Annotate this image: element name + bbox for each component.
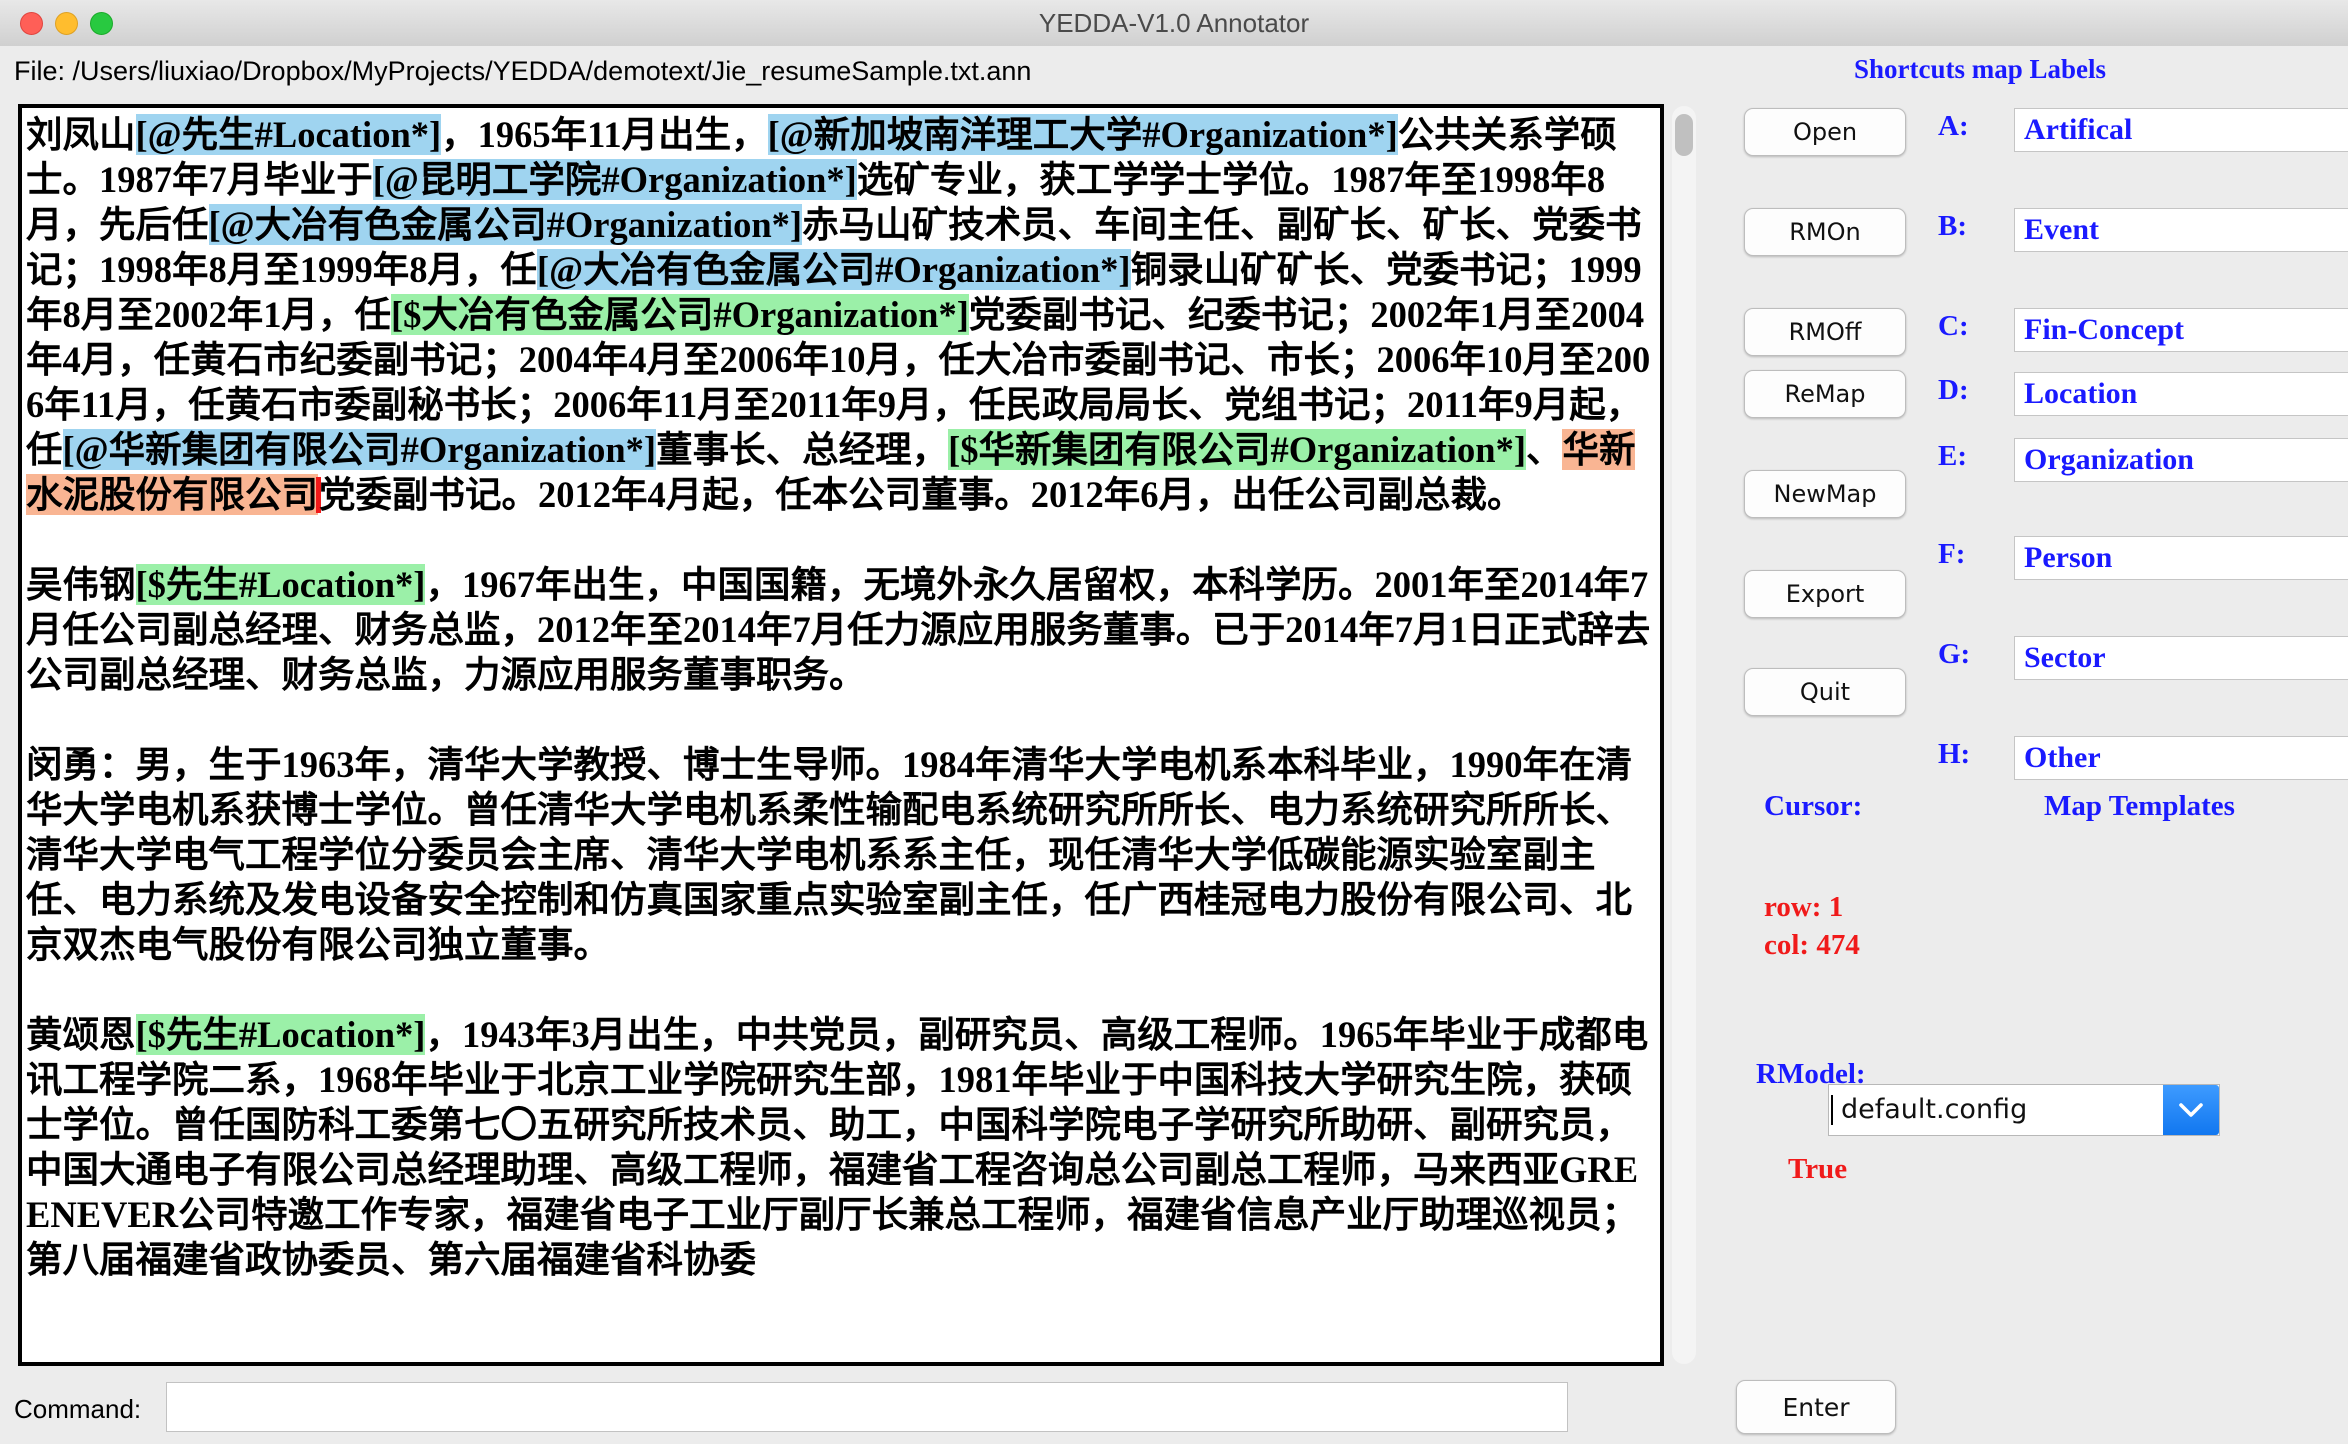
label-field-d[interactable]: Location	[2014, 372, 2348, 416]
rmon-button[interactable]: RMOn	[1744, 208, 1906, 256]
label-field-e[interactable]: Organization	[2014, 438, 2348, 482]
annotated-entity-blue[interactable]: [@昆明工学院#Organization*]	[373, 159, 857, 200]
file-path-bar: File: /Users/liuxiao/Dropbox/MyProjects/…	[0, 46, 2348, 98]
shortcut-key-f: F:	[1938, 538, 1984, 571]
annotated-entity-blue[interactable]: [@先生#Location*]	[136, 114, 442, 155]
window-title: YEDDA-V1.0 Annotator	[0, 8, 2348, 39]
paragraph-gap	[26, 517, 1658, 562]
plain-text-run: 黄颂恩	[26, 1014, 136, 1055]
cursor-row-value: row: 1	[1764, 888, 1843, 926]
rmodel-value: True	[1788, 1150, 1847, 1188]
cursor-heading: Cursor:	[1764, 790, 1862, 823]
document-paragraph[interactable]: 闵勇：男，生于1963年，清华大学教授、博士生导师。1984年清华大学电机系本科…	[26, 742, 1658, 967]
document-paragraph[interactable]: 吴伟钢[$先生#Location*]，1967年出生，中国国籍，无境外永久居留权…	[26, 562, 1658, 697]
map-template-selected-value: default.config	[1831, 1095, 2027, 1125]
shortcut-key-c: C:	[1938, 310, 1984, 343]
shortcuts-map-labels-heading: Shortcuts map Labels	[1854, 54, 2106, 85]
map-template-select[interactable]: default.config	[1828, 1084, 2220, 1136]
shortcut-key-e: E:	[1938, 440, 1984, 473]
open-button[interactable]: Open	[1744, 108, 1906, 156]
shortcut-key-h: H:	[1938, 738, 1984, 771]
cursor-col-value: col: 474	[1764, 926, 1860, 964]
quit-button[interactable]: Quit	[1744, 668, 1906, 716]
plain-text-run: 董事长、总经理，	[656, 429, 948, 470]
scrollbar-thumb[interactable]	[1675, 114, 1693, 156]
shortcut-key-a: A:	[1938, 110, 1984, 143]
annotated-entity-green[interactable]: [$先生#Location*]	[136, 1014, 426, 1055]
paragraph-gap	[26, 697, 1658, 742]
map-templates-heading: Map Templates	[2044, 790, 2235, 823]
annotated-entity-green[interactable]: [$先生#Location*]	[136, 564, 426, 605]
plain-text-run: ，1965年11月出生，	[441, 114, 768, 155]
shortcut-key-g: G:	[1938, 638, 1984, 671]
rmoff-button[interactable]: RMOff	[1744, 308, 1906, 356]
text-area-scrollbar[interactable]	[1672, 106, 1696, 1364]
document-paragraph[interactable]: 黄颂恩[$先生#Location*]，1943年3月出生，中共党员，副研究员、高…	[26, 1012, 1658, 1282]
command-input[interactable]	[166, 1382, 1568, 1432]
label-field-f[interactable]: Person	[2014, 536, 2348, 580]
sidebar-panel: Open RMOn RMOff ReMap NewMap Export Quit…	[1704, 98, 2348, 1368]
annotated-entity-blue[interactable]: [@华新集团有限公司#Organization*]	[63, 429, 657, 470]
annotated-entity-green[interactable]: [$华新集团有限公司#Organization*]	[948, 429, 1526, 470]
annotated-entity-blue[interactable]: [@新加坡南洋理工大学#Organization*]	[768, 114, 1398, 155]
plain-text-run: 、	[1526, 429, 1563, 470]
newmap-button[interactable]: NewMap	[1744, 470, 1906, 518]
label-field-h[interactable]: Other	[2014, 736, 2348, 780]
file-path-label: File: /Users/liuxiao/Dropbox/MyProjects/…	[14, 56, 1031, 87]
plain-text-run: 闵勇：男，生于1963年，清华大学教授、博士生导师。1984年清华大学电机系本科…	[26, 744, 1632, 965]
annotated-entity-blue[interactable]: [@大冶有色金属公司#Organization*]	[537, 249, 1131, 290]
shortcut-key-d: D:	[1938, 374, 1984, 407]
label-field-a[interactable]: Artifical	[2014, 108, 2348, 152]
command-label: Command:	[14, 1394, 141, 1425]
annotation-text-area[interactable]: 刘凤山[@先生#Location*]，1965年11月出生，[@新加坡南洋理工大…	[18, 104, 1664, 1366]
plain-text-run: 刘凤山	[26, 114, 136, 155]
remap-button[interactable]: ReMap	[1744, 370, 1906, 418]
enter-button[interactable]: Enter	[1736, 1380, 1896, 1434]
label-field-g[interactable]: Sector	[2014, 636, 2348, 680]
rmodel-heading: RModel:	[1756, 1058, 1866, 1091]
chevron-down-icon[interactable]	[2163, 1085, 2219, 1135]
window-title-bar: YEDDA-V1.0 Annotator	[0, 0, 2348, 47]
plain-text-run: 党委副书记。2012年4月起，任本公司董事。2012年6月，出任公司副总裁。	[319, 474, 1524, 515]
label-field-c[interactable]: Fin-Concept	[2014, 308, 2348, 352]
document-paragraph[interactable]: 刘凤山[@先生#Location*]，1965年11月出生，[@新加坡南洋理工大…	[26, 112, 1658, 517]
annotated-entity-green[interactable]: [$大冶有色金属公司#Organization*]	[391, 294, 969, 335]
shortcut-key-b: B:	[1938, 210, 1984, 243]
paragraph-gap	[26, 967, 1658, 1012]
plain-text-run: 吴伟钢	[26, 564, 136, 605]
annotated-entity-blue[interactable]: [@大冶有色金属公司#Organization*]	[209, 204, 803, 245]
export-button[interactable]: Export	[1744, 570, 1906, 618]
label-field-b[interactable]: Event	[2014, 208, 2348, 252]
annotated-document-text[interactable]: 刘凤山[@先生#Location*]，1965年11月出生，[@新加坡南洋理工大…	[22, 108, 1660, 1282]
